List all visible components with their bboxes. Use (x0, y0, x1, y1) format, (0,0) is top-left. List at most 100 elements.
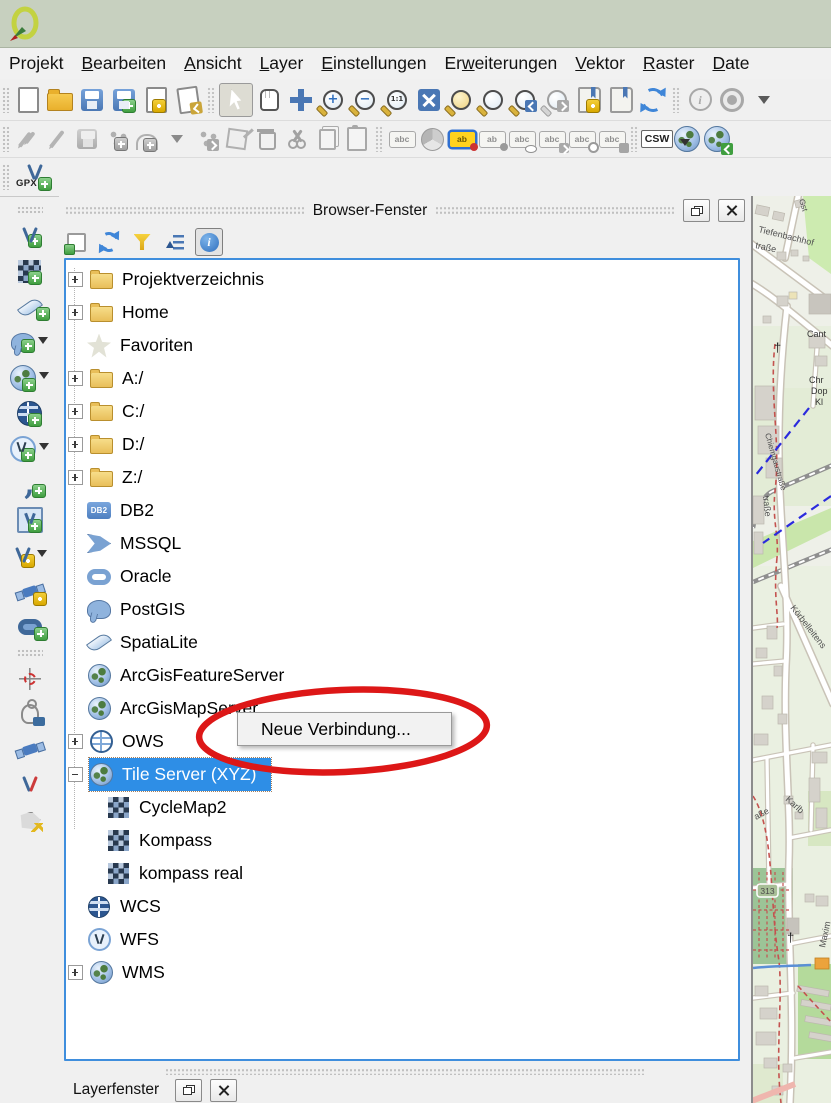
open-project-button[interactable] (44, 84, 76, 116)
diagram-options-button[interactable] (417, 125, 447, 153)
tree-item-tile-server-xyz-selected[interactable]: Tile Server (XYZ) (66, 758, 738, 791)
tree-item-home[interactable]: Home (66, 296, 738, 329)
plugin-gps-information-button[interactable] (2, 736, 58, 763)
browser-panel-header[interactable]: Browser-Fenster (59, 196, 751, 225)
toolbar-overflow-button[interactable] (748, 84, 780, 116)
tree-item-projektverzeichnis[interactable]: Projektverzeichnis (66, 263, 738, 296)
delete-selected-button-disabled[interactable] (252, 125, 282, 153)
expand-icon[interactable] (68, 470, 83, 485)
save-project-button[interactable] (76, 84, 108, 116)
new-temporary-layer-button[interactable] (2, 542, 58, 569)
copy-features-button-disabled[interactable] (312, 125, 342, 153)
zoom-to-selection-button[interactable] (445, 84, 477, 116)
tree-item-db2[interactable]: DB2DB2 (66, 494, 738, 527)
change-label-button-disabled[interactable]: abc (597, 125, 627, 153)
menu-raster[interactable]: Raster (634, 53, 704, 74)
add-circular-string-button-disabled[interactable] (132, 125, 162, 153)
toggle-editing-button-disabled[interactable] (42, 125, 72, 153)
cut-features-button-disabled[interactable] (282, 125, 312, 153)
tree-item-kompass-real[interactable]: kompass real (66, 857, 738, 890)
toolbar-grip[interactable] (17, 206, 43, 214)
float-panel-button[interactable] (175, 1079, 202, 1102)
tree-item-mssql[interactable]: MSSQL (66, 527, 738, 560)
plugin-check-geometries-button[interactable] (2, 807, 58, 834)
pin-labels-button-active[interactable]: ab (447, 125, 477, 153)
tree-item-cyclemap2[interactable]: CycleMap2 (66, 791, 738, 824)
menu-einstellungen[interactable]: Einstellungen (312, 53, 435, 74)
add-raster-layer-button[interactable] (2, 258, 58, 285)
menu-vektor[interactable]: Vektor (566, 53, 634, 74)
menu-erweiterungen[interactable]: Erweiterungen (435, 53, 566, 74)
plugin-topology-checker-button[interactable] (2, 772, 58, 799)
current-edits-button-disabled[interactable] (12, 125, 42, 153)
tree-item-spatialite[interactable]: SpatiaLite (66, 626, 738, 659)
new-project-button[interactable] (12, 84, 44, 116)
new-bookmark-button[interactable] (573, 84, 605, 116)
show-bookmarks-button[interactable] (605, 84, 637, 116)
add-wcs-layer-button[interactable] (2, 400, 58, 427)
chevron-down-icon[interactable] (38, 337, 48, 349)
add-feature-button-disabled[interactable] (102, 125, 132, 153)
node-tool-button-disabled[interactable] (222, 125, 252, 153)
tree-item-wcs[interactable]: WCS (66, 890, 738, 923)
toolbar-grip[interactable] (2, 87, 10, 113)
expand-icon[interactable] (68, 965, 83, 980)
composer-manager-button[interactable] (172, 84, 204, 116)
zoom-full-extent-button[interactable] (413, 84, 445, 116)
close-panel-button[interactable] (718, 199, 745, 222)
tree-item-arcgis-featureserver[interactable]: ArcGisFeatureServer (66, 659, 738, 692)
add-oracle-georaster-button[interactable] (2, 613, 58, 640)
menu-ansicht[interactable]: Ansicht (175, 53, 250, 74)
menu-item-neue-verbindung[interactable]: Neue Verbindung... (238, 719, 411, 740)
menu-bearbeiten[interactable]: Bearbeiten (72, 53, 175, 74)
web-services-search-button[interactable] (702, 125, 732, 153)
move-feature-button-disabled[interactable] (192, 125, 222, 153)
expand-icon[interactable] (68, 404, 83, 419)
tree-item-favoriten[interactable]: Favoriten (66, 329, 738, 362)
float-panel-button[interactable] (683, 199, 710, 222)
digitize-dropdown-button[interactable] (162, 125, 192, 153)
gps-creation-button[interactable] (2, 578, 58, 605)
add-vector-layer-button[interactable] (2, 223, 58, 250)
touch-zoom-tool-button[interactable] (219, 83, 253, 117)
tree-item-wms[interactable]: WMS (66, 956, 738, 989)
menu-layer[interactable]: Layer (251, 53, 313, 74)
tree-item-drive-a[interactable]: A:/ (66, 362, 738, 395)
zoom-in-button[interactable]: + (317, 84, 349, 116)
add-wms-layer-button[interactable] (2, 365, 58, 392)
pan-map-button[interactable] (253, 84, 285, 116)
plugin-offline-editing-button[interactable] (2, 701, 58, 728)
toolbar-grip[interactable] (2, 126, 10, 152)
zoom-native-resolution-button[interactable]: 1:1 (381, 84, 413, 116)
layer-panel-header[interactable]: Layerfenster (59, 1077, 751, 1103)
browser-tree[interactable]: Projektverzeichnis Home Favoriten A:/ C:… (64, 258, 740, 1061)
properties-widget-button-active[interactable]: i (195, 228, 223, 256)
add-selected-layers-button[interactable] (63, 229, 89, 255)
map-canvas[interactable]: 313 † † Gst Tiefenbachhof traße Cant Chr… (751, 196, 831, 1103)
unpin-labels-button-disabled[interactable]: ab (477, 125, 507, 153)
zoom-next-button[interactable] (541, 84, 573, 116)
menu-datenbank[interactable]: Date (703, 53, 758, 74)
run-feature-action-button-disabled[interactable] (716, 84, 748, 116)
expand-icon[interactable] (68, 371, 83, 386)
add-spatialite-layer-button[interactable] (2, 294, 58, 321)
pan-to-selection-button[interactable] (285, 84, 317, 116)
chevron-down-icon[interactable] (37, 550, 47, 562)
close-panel-button[interactable] (210, 1079, 237, 1102)
zoom-to-layer-button[interactable] (477, 84, 509, 116)
tree-item-drive-d[interactable]: D:/ (66, 428, 738, 461)
panel-splitter[interactable] (165, 1068, 645, 1075)
rotate-label-button-disabled[interactable]: abc (567, 125, 597, 153)
zoom-out-button[interactable]: − (349, 84, 381, 116)
collapse-icon[interactable] (68, 767, 83, 782)
toolbar-grip[interactable] (2, 164, 10, 190)
filter-browser-button[interactable] (129, 229, 155, 255)
chevron-down-icon[interactable] (39, 372, 49, 384)
identify-features-button-disabled[interactable]: i (684, 84, 716, 116)
tree-item-postgis[interactable]: PostGIS (66, 593, 738, 626)
create-gpx-layer-button[interactable]: GPX (12, 161, 56, 193)
expand-icon[interactable] (68, 437, 83, 452)
plugin-coordinate-capture-button[interactable] (2, 665, 58, 692)
new-shapefile-layer-button[interactable] (2, 507, 58, 534)
refresh-browser-button[interactable] (96, 229, 122, 255)
